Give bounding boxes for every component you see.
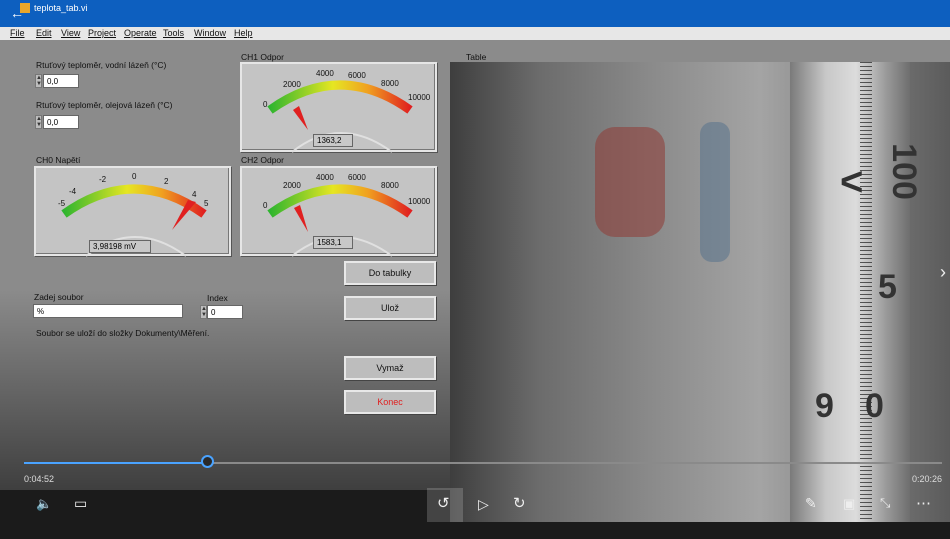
ch1-label: CH1 Odpor <box>241 52 284 62</box>
water-bath-spinner[interactable]: ▲ ▼ <box>35 74 42 88</box>
ch2-gauge-arc <box>267 184 413 218</box>
seek-thumb[interactable] <box>201 455 214 468</box>
clear-button[interactable]: Vymaž <box>344 356 436 380</box>
video-frame: < 100 5 9 0 <box>450 62 950 522</box>
ch0-tick-label: -2 <box>99 175 107 184</box>
ch2-tick-label: 0 <box>263 201 268 210</box>
mini-view-icon[interactable]: ▣ <box>843 496 855 512</box>
labview-app-icon <box>20 3 30 13</box>
water-bath-input[interactable]: 0,0 <box>43 74 79 88</box>
oil-bath-spinner[interactable]: ▲ ▼ <box>35 115 42 129</box>
ch2-label: CH2 Odpor <box>241 155 284 165</box>
window-title: teplota_tab.vi <box>34 3 88 13</box>
ch0-tick-label: 0 <box>132 172 137 181</box>
table-label: Table <box>466 52 487 62</box>
menu-bar: File Edit View Project Operate Tools Win… <box>0 27 950 40</box>
index-input[interactable]: 0 <box>207 305 243 319</box>
ch0-value: 3,98198 mV <box>89 240 151 253</box>
file-path-input[interactable]: % <box>33 304 183 318</box>
skip-forward-30-icon[interactable]: ↻ <box>513 494 526 512</box>
end-button[interactable]: Konec <box>344 390 436 414</box>
total-time: 0:20:26 <box>912 474 943 484</box>
subtitles-icon[interactable]: ▭ <box>74 495 87 512</box>
menu-operate[interactable]: Operate <box>124 28 157 38</box>
ch2-tick-label: 4000 <box>316 173 334 182</box>
menu-help[interactable]: Help <box>234 28 253 38</box>
play-icon[interactable]: ▷ <box>478 496 489 513</box>
more-options-icon[interactable]: ⋯ <box>916 494 931 512</box>
ch1-gauge-needle <box>293 106 308 130</box>
chevron-right-icon[interactable]: › <box>940 262 946 283</box>
ch2-tick-label: 8000 <box>381 181 399 190</box>
file-label: Zadej soubor <box>34 292 84 302</box>
exit-fullscreen-icon[interactable]: ⤡ <box>880 495 890 511</box>
save-folder-note: Soubor se uloží do složky Dokumenty\Měře… <box>36 328 210 338</box>
index-spinner[interactable]: ▲ ▼ <box>200 305 207 319</box>
ch0-label: CH0 Napětí <box>36 155 81 165</box>
ch1-tick-label: 4000 <box>316 69 334 78</box>
ch0-tick-label: -5 <box>58 199 66 208</box>
volume-icon[interactable]: 🔈 <box>36 496 52 512</box>
water-bath-label: Rtuťový teploměr, vodní lázeň (°C) <box>36 60 167 70</box>
current-time: 0:04:52 <box>24 474 55 484</box>
ch0-tick-label: -4 <box>69 187 77 196</box>
index-label: Index <box>207 293 228 303</box>
menu-tools[interactable]: Tools <box>163 28 184 38</box>
menu-edit[interactable]: Edit <box>36 28 52 38</box>
ch2-tick-label: 2000 <box>283 181 301 190</box>
ch2-value: 1583,1 <box>313 236 353 249</box>
menu-file[interactable]: File <box>10 28 25 38</box>
ch0-tick-label: 4 <box>192 190 197 199</box>
title-bar: ← teplota_tab.vi <box>0 0 950 27</box>
ch1-tick-label: 8000 <box>381 79 399 88</box>
ch2-tick-label: 10000 <box>408 197 431 206</box>
ch0-tick-label: 5 <box>204 199 209 208</box>
ch1-value: 1363,2 <box>313 134 353 147</box>
ch1-tick-label: 2000 <box>283 80 301 89</box>
menu-view[interactable]: View <box>61 28 80 38</box>
menu-project[interactable]: Project <box>88 28 116 38</box>
oil-bath-label: Rtuťový teploměr, olejová lázeň (°C) <box>36 100 173 110</box>
seek-progress <box>24 462 208 464</box>
ch1-tick-label: 10000 <box>408 93 431 102</box>
ch2-gauge-needle <box>294 205 308 232</box>
ch1-tick-label: 6000 <box>348 71 366 80</box>
save-button[interactable]: Ulož <box>344 296 436 320</box>
menu-window[interactable]: Window <box>194 28 226 38</box>
ch1-tick-label: 0 <box>263 100 268 109</box>
ch2-tick-label: 6000 <box>348 173 366 182</box>
oil-bath-input[interactable]: 0,0 <box>43 115 79 129</box>
pen-icon[interactable]: ✎ <box>805 495 817 512</box>
ch0-tick-label: 2 <box>164 177 169 186</box>
to-table-button[interactable]: Do tabulky <box>344 261 436 285</box>
skip-back-10-icon[interactable]: ↺ <box>437 494 450 512</box>
